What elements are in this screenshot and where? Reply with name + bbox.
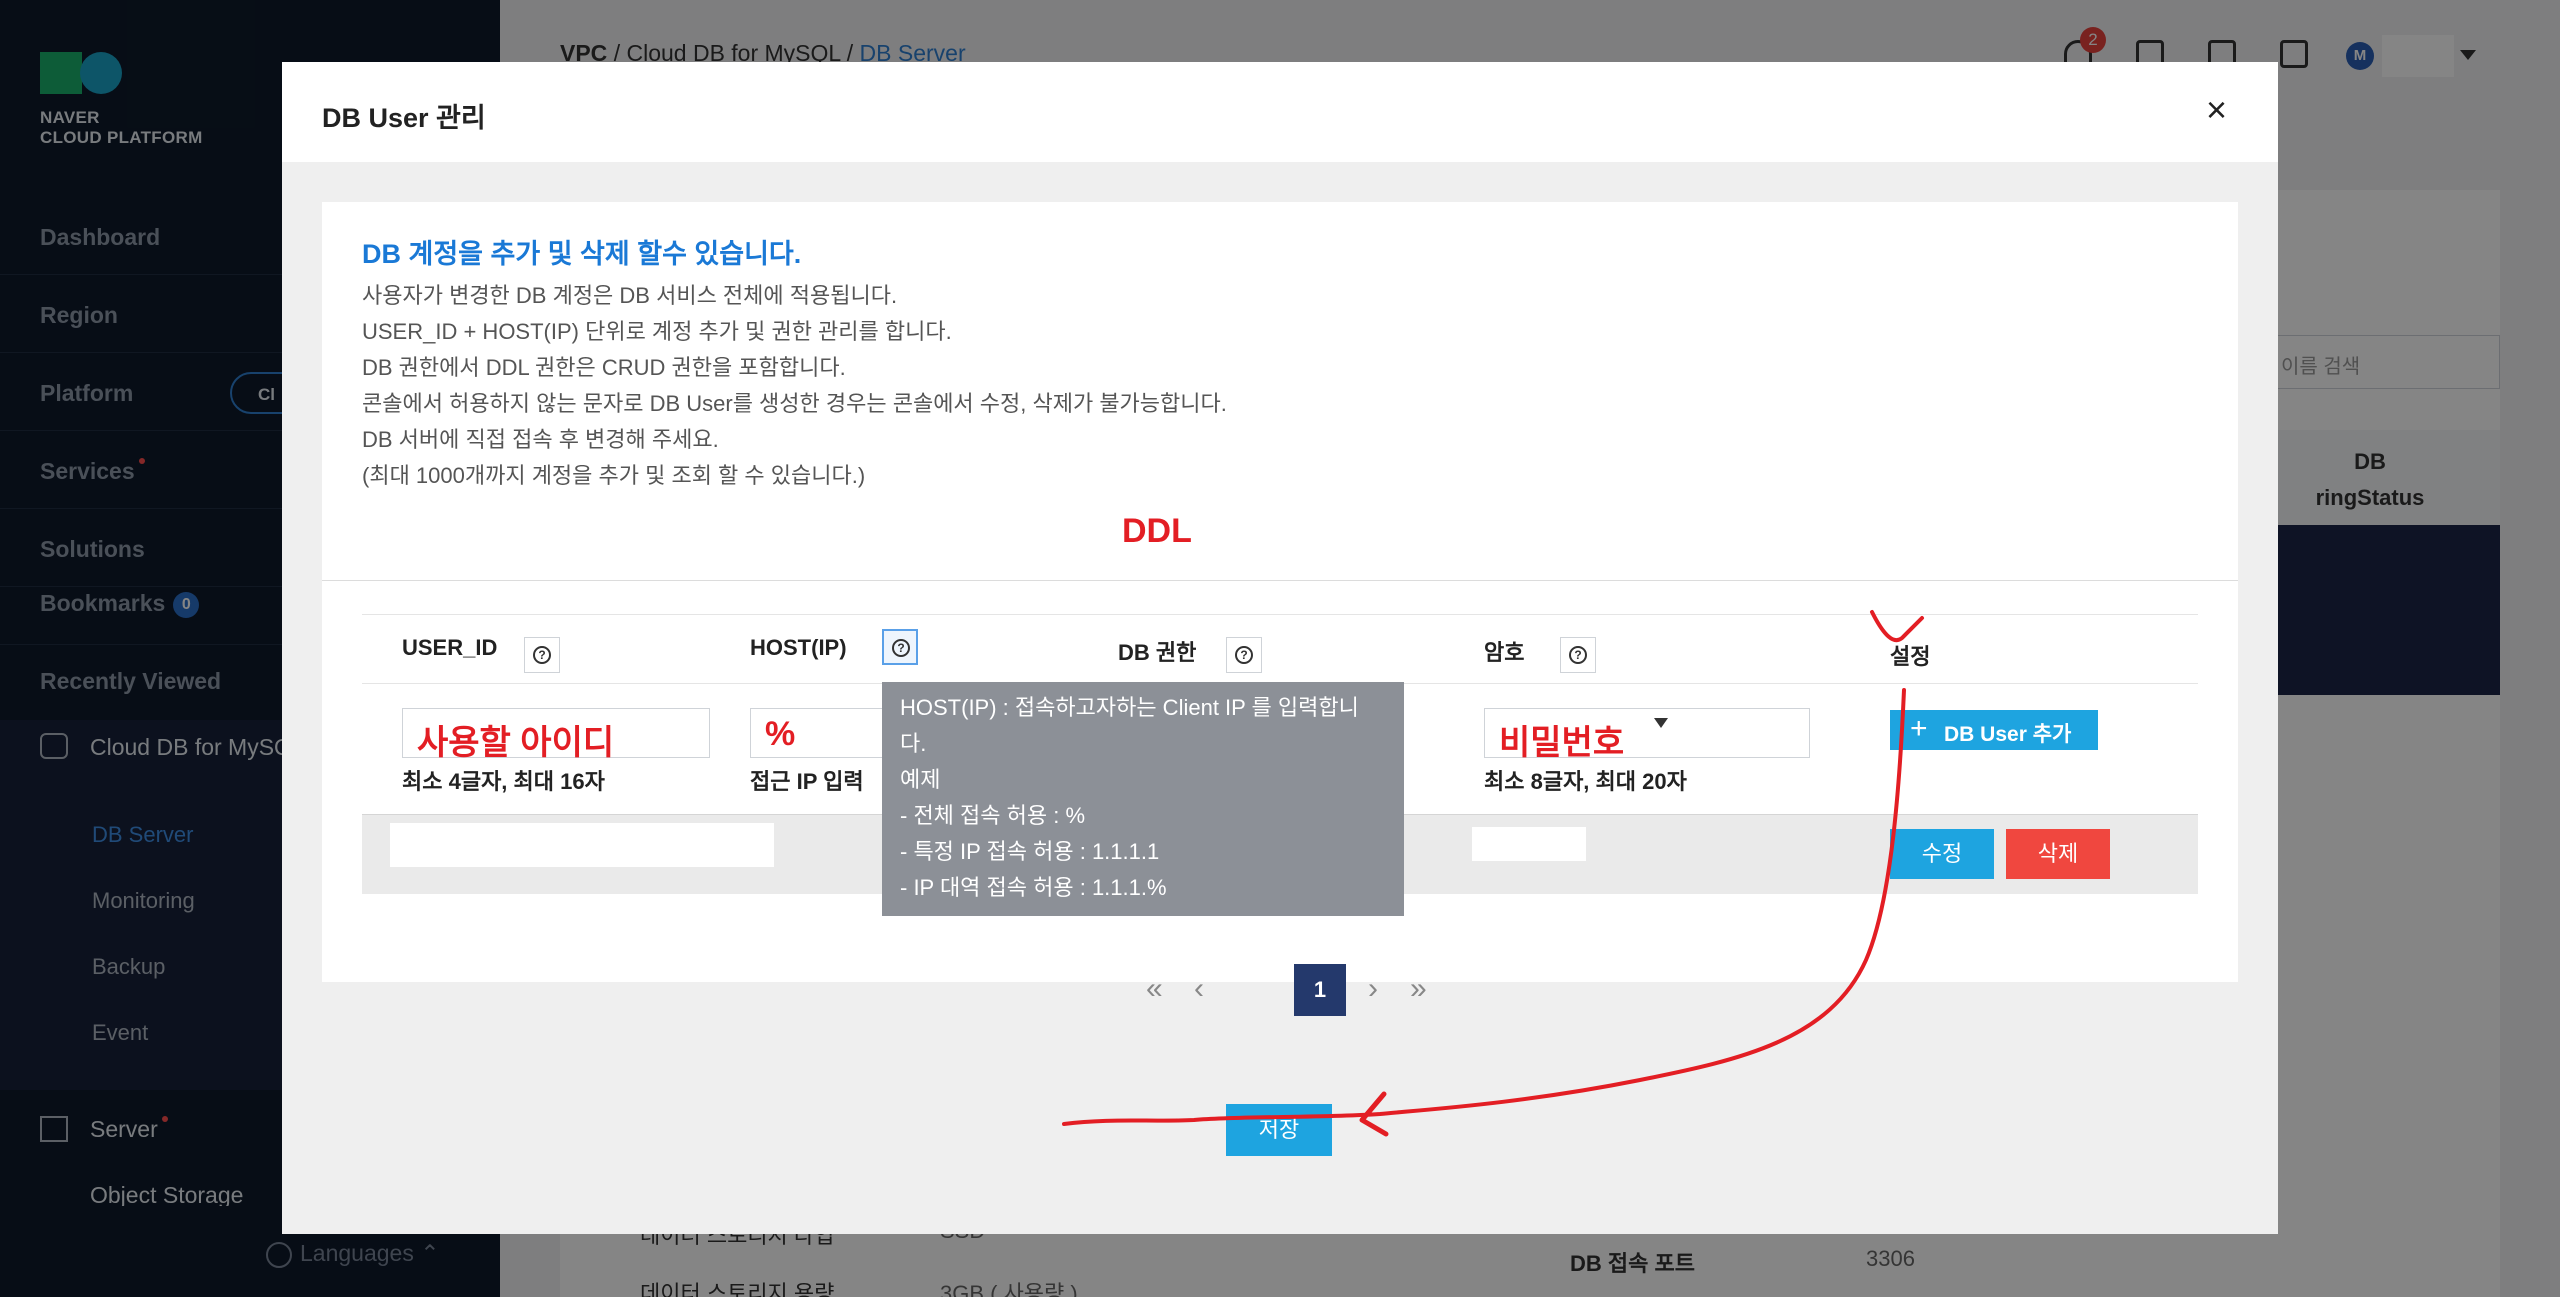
password-input[interactable]: 비밀번호 [1484,708,1810,762]
db-user-modal: DB User 관리 × DB 계정을 추가 및 삭제 할수 있습니다. 사용자… [282,62,2278,1234]
col-host-ip: HOST(IP) [750,635,847,660]
modal-title: DB User 관리 [322,103,486,133]
info-description: 사용자가 변경한 DB 계정은 DB 서비스 전체에 적용됩니다. USER_I… [362,283,1227,488]
privilege-dropdown-arrow[interactable] [1654,718,1668,728]
add-db-user-button[interactable]: + DB User 추가 [1890,710,2098,750]
ddl-annotation: DDL [1122,512,1192,550]
host-ip-tooltip: HOST(IP) : 접속하고자하는 Client IP 를 입력합니 다. 예… [882,682,1404,916]
pagination: « ‹ 1 › » [322,962,2238,1016]
edit-button[interactable]: 수정 [1890,829,1994,879]
col-settings: 설정 [1890,644,1931,669]
info-title: DB 계정을 추가 및 삭제 할수 있습니다. [362,239,802,269]
next-page-icon[interactable]: › [1368,962,1378,1016]
redacted-user-id [390,823,774,867]
modal-header: DB User 관리 × [282,62,2278,162]
first-page-icon[interactable]: « [1146,962,1163,1016]
redacted-password [1472,827,1586,861]
help-icon[interactable]: ? [1560,637,1596,673]
col-user-id: USER_ID [402,635,498,660]
host-hint: 접근 IP 입력 [750,769,864,794]
col-password: 암호 [1484,640,1525,665]
page-1[interactable]: 1 [1294,964,1346,1016]
delete-button[interactable]: 삭제 [2006,829,2110,879]
host-input[interactable]: % [750,708,890,758]
last-page-icon[interactable]: » [1410,962,1427,1016]
help-icon[interactable]: ? [524,637,560,673]
user-id-input[interactable]: 사용할 아이디 [402,708,710,762]
help-icon[interactable]: ? [882,629,918,665]
col-db-privilege: DB 권한 [1118,640,1197,665]
table-header: USER_ID ? HOST(IP) ? DB 권한 ? 암호 ? 설정 [362,614,2198,684]
plus-icon: + [1910,712,1928,745]
prev-page-icon[interactable]: ‹ [1194,962,1204,1016]
save-button[interactable]: 저장 [1226,1104,1332,1156]
user-id-hint: 최소 4글자, 최대 16자 [402,769,605,794]
close-icon[interactable]: × [2206,92,2227,128]
password-hint: 최소 8글자, 최대 20자 [1484,769,1687,794]
help-icon[interactable]: ? [1226,637,1262,673]
